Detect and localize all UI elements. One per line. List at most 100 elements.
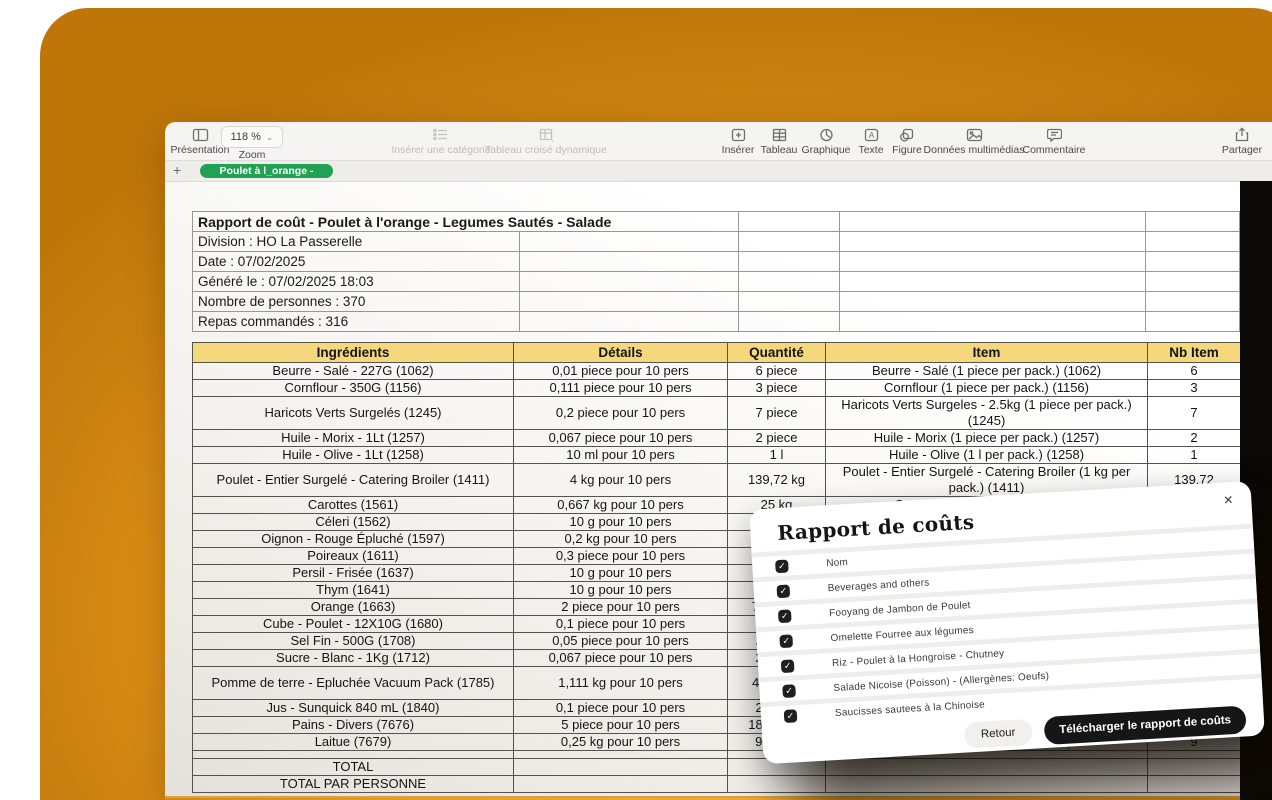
column-header[interactable]: Item — [826, 343, 1148, 363]
insert-category-button: Insérer une catégorie — [391, 126, 491, 156]
ingredient-cell[interactable]: Cornflour - 350G (1156) — [193, 380, 514, 397]
nb-cell[interactable]: 3 — [1148, 380, 1241, 397]
total-label-cell[interactable]: TOTAL — [193, 759, 514, 776]
details-cell[interactable]: 0,01 piece pour 10 pers — [514, 363, 728, 380]
division-cell[interactable]: Division : HO La Passerelle — [193, 232, 520, 252]
date-cell[interactable]: Date : 07/02/2025 — [193, 252, 520, 272]
ingredient-cell[interactable]: Sucre - Blanc - 1Kg (1712) — [193, 650, 514, 667]
zoom-dropdown[interactable]: 118 % ⌄ — [221, 126, 284, 148]
tab-poulet-a-l-orange[interactable]: Poulet à l_orange - — [200, 164, 333, 178]
details-cell[interactable]: 4 kg pour 10 pers — [514, 464, 728, 497]
add-sheet-button[interactable]: + — [173, 162, 181, 178]
insert-icon — [731, 126, 746, 143]
ingredient-cell[interactable]: Carottes (1561) — [193, 497, 514, 514]
item-cell[interactable]: Cornflour (1 piece per pack.) (1156) — [826, 380, 1148, 397]
screenshot-canvas: Présentation 118 % ⌄ Zoom Insérer une ca… — [0, 0, 1272, 800]
details-cell[interactable]: 0,1 piece pour 10 pers — [514, 700, 728, 717]
details-cell[interactable]: 10 g pour 10 pers — [514, 582, 728, 599]
ingredient-cell[interactable]: Beurre - Salé - 227G (1062) — [193, 363, 514, 380]
ingredient-cell[interactable]: Persil - Frisée (1637) — [193, 565, 514, 582]
details-cell[interactable]: 0,2 piece pour 10 pers — [514, 397, 728, 430]
category-list-icon — [433, 126, 449, 143]
ingredient-cell[interactable]: Jus - Sunquick 840 mL (1840) — [193, 700, 514, 717]
ingredient-cell[interactable]: Céleri (1562) — [193, 514, 514, 531]
details-cell[interactable]: 0,3 piece pour 10 pers — [514, 548, 728, 565]
total-label-cell[interactable]: TOTAL PAR PERSONNE — [193, 776, 514, 793]
details-cell[interactable]: 5 piece pour 10 pers — [514, 717, 728, 734]
checkbox-checked-icon[interactable]: ✓ — [775, 559, 789, 573]
svg-text:A: A — [868, 131, 874, 140]
details-cell[interactable]: 10 g pour 10 pers — [514, 514, 728, 531]
checkbox-checked-icon[interactable]: ✓ — [781, 659, 795, 673]
meals-cell[interactable]: Repas commandés : 316 — [193, 312, 520, 332]
ingredient-cell[interactable]: Cube - Poulet - 12X10G (1680) — [193, 616, 514, 633]
details-cell[interactable]: 2 piece pour 10 pers — [514, 599, 728, 616]
ingredient-cell[interactable]: Sel Fin - 500G (1708) — [193, 633, 514, 650]
quantity-cell[interactable]: 1 l — [728, 447, 826, 464]
details-cell[interactable]: 0,05 piece pour 10 pers — [514, 633, 728, 650]
column-header[interactable]: Quantité — [728, 343, 826, 363]
ingredient-cell[interactable]: Oignon - Rouge Épluché (1597) — [193, 531, 514, 548]
ingredient-cell[interactable]: Pains - Divers (7676) — [193, 717, 514, 734]
report-title-cell[interactable]: Rapport de coût - Poulet à l'orange - Le… — [193, 212, 739, 232]
quantity-cell[interactable]: 7 piece — [728, 397, 826, 430]
nb-cell[interactable]: 2 — [1148, 430, 1241, 447]
close-icon[interactable]: ✕ — [1223, 493, 1234, 508]
quantity-cell[interactable]: 6 piece — [728, 363, 826, 380]
table-button[interactable]: Tableau — [757, 126, 801, 156]
table-row: Généré le : 07/02/2025 18:03 — [193, 272, 1240, 292]
checkbox-checked-icon[interactable]: ✓ — [782, 684, 796, 698]
details-cell[interactable]: 1,111 kg pour 10 pers — [514, 667, 728, 700]
item-cell[interactable]: Beurre - Salé (1 piece per pack.) (1062) — [826, 363, 1148, 380]
media-button[interactable]: Données multimédias — [922, 126, 1026, 156]
checkbox-checked-icon[interactable]: ✓ — [776, 584, 790, 598]
nb-cell[interactable]: 7 — [1148, 397, 1241, 430]
checkbox-checked-icon[interactable]: ✓ — [778, 609, 792, 623]
persons-cell[interactable]: Nombre de personnes : 370 — [193, 292, 520, 312]
zoom-control[interactable]: 118 % ⌄ Zoom — [217, 126, 287, 161]
comment-icon — [1047, 126, 1062, 143]
nb-cell[interactable]: 1 — [1148, 447, 1241, 464]
details-cell[interactable]: 0,111 piece pour 10 pers — [514, 380, 728, 397]
details-cell[interactable]: 10 g pour 10 pers — [514, 565, 728, 582]
ingredient-cell[interactable]: Pomme de terre - Epluchée Vacuum Pack (1… — [193, 667, 514, 700]
checkbox-checked-icon[interactable]: ✓ — [784, 709, 798, 723]
ingredient-cell[interactable]: Orange (1663) — [193, 599, 514, 616]
table-row: Division : HO La Passerelle — [193, 232, 1240, 252]
table-row: Rapport de coût - Poulet à l'orange - Le… — [193, 212, 1240, 232]
quantity-cell[interactable]: 2 piece — [728, 430, 826, 447]
text-button[interactable]: A Texte — [852, 126, 890, 156]
chart-icon — [819, 126, 834, 143]
column-header[interactable]: Détails — [514, 343, 728, 363]
ingredient-cell[interactable]: Haricots Verts Surgelés (1245) — [193, 397, 514, 430]
quantity-cell[interactable]: 139,72 kg — [728, 464, 826, 497]
details-cell[interactable]: 0,25 kg pour 10 pers — [514, 734, 728, 751]
ingredient-cell[interactable]: Huile - Morix - 1Lt (1257) — [193, 430, 514, 447]
details-cell[interactable]: 0,067 piece pour 10 pers — [514, 650, 728, 667]
quantity-cell[interactable]: 3 piece — [728, 380, 826, 397]
details-cell[interactable]: 0,667 kg pour 10 pers — [514, 497, 728, 514]
insert-button[interactable]: Insérer — [716, 126, 760, 156]
details-cell[interactable]: 0,067 piece pour 10 pers — [514, 430, 728, 447]
generated-cell[interactable]: Généré le : 07/02/2025 18:03 — [193, 272, 520, 292]
details-cell[interactable]: 10 ml pour 10 pers — [514, 447, 728, 464]
comment-button[interactable]: Commentaire — [1018, 126, 1090, 156]
item-cell[interactable]: Haricots Verts Surgeles - 2.5kg (1 piece… — [826, 397, 1148, 430]
chart-button[interactable]: Graphique — [798, 126, 854, 156]
ingredient-cell[interactable]: Huile - Olive - 1Lt (1258) — [193, 447, 514, 464]
details-cell[interactable]: 0,2 kg pour 10 pers — [514, 531, 728, 548]
column-header[interactable]: Ingrédients — [193, 343, 514, 363]
nb-cell[interactable]: 6 — [1148, 363, 1241, 380]
item-cell[interactable]: Huile - Morix (1 piece per pack.) (1257) — [826, 430, 1148, 447]
back-button[interactable]: Retour — [963, 719, 1033, 749]
ingredient-cell[interactable]: Laitue (7679) — [193, 734, 514, 751]
checkbox-checked-icon[interactable]: ✓ — [779, 634, 793, 648]
column-header[interactable]: Nb Item — [1148, 343, 1241, 363]
share-button[interactable]: Partager — [1202, 126, 1272, 156]
table-row: Huile - Morix - 1Lt (1257)0,067 piece po… — [193, 430, 1241, 447]
item-cell[interactable]: Huile - Olive (1 l per pack.) (1258) — [826, 447, 1148, 464]
details-cell[interactable]: 0,1 piece pour 10 pers — [514, 616, 728, 633]
ingredient-cell[interactable]: Poulet - Entier Surgelé - Catering Broil… — [193, 464, 514, 497]
ingredient-cell[interactable]: Poireaux (1611) — [193, 548, 514, 565]
ingredient-cell[interactable]: Thym (1641) — [193, 582, 514, 599]
